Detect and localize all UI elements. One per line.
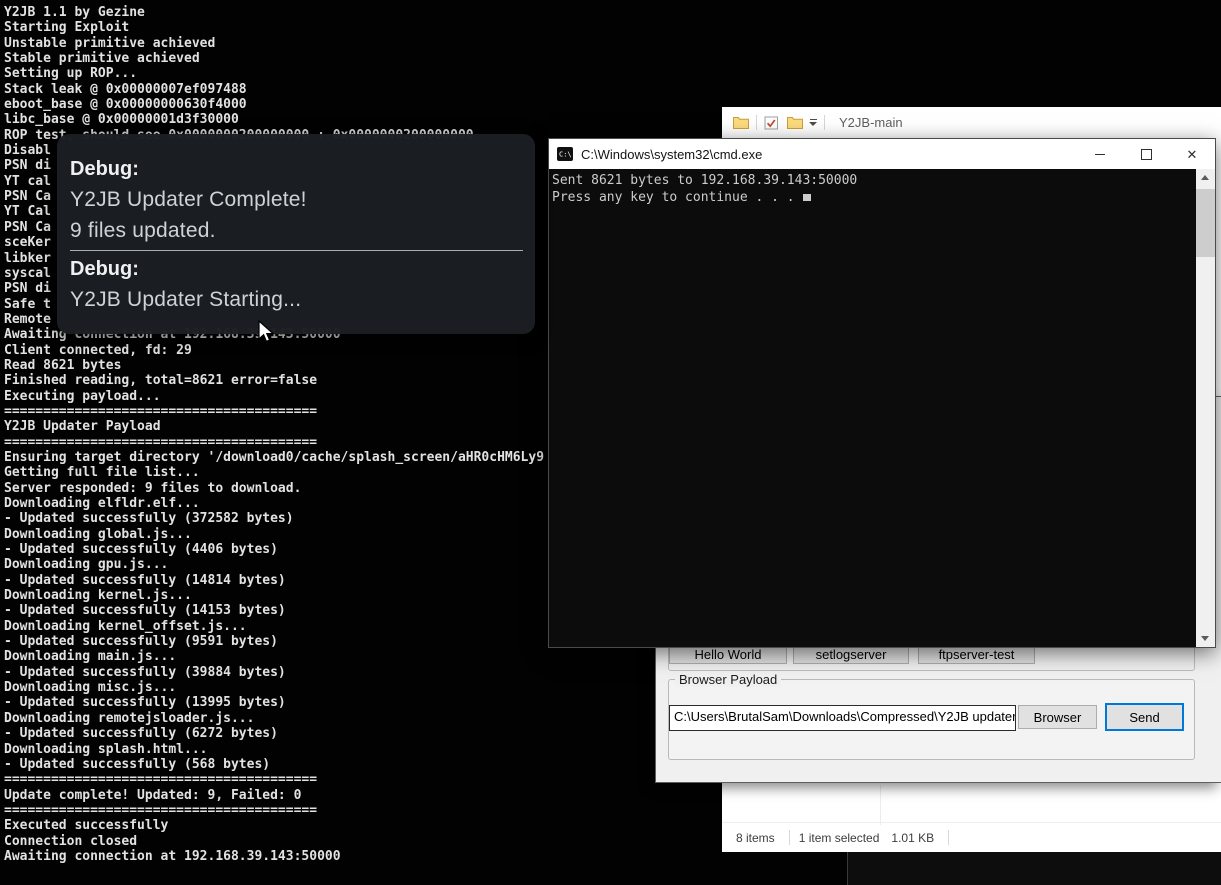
toast-entry-line: 9 files updated.	[70, 215, 523, 246]
console-log-line: - Updated successfully (4406 bytes)	[4, 542, 544, 557]
console-log-line: - Updated successfully (372582 bytes)	[4, 511, 544, 526]
minimize-icon	[1095, 154, 1105, 155]
cmd-output-line: Sent 8621 bytes to 192.168.39.143:50000	[552, 173, 1196, 190]
close-button[interactable]: ✕	[1169, 139, 1215, 169]
console-log-line: - Updated successfully (13995 bytes)	[4, 695, 544, 710]
console-log-line: Downloading gpu.js...	[4, 557, 544, 572]
status-selection-size: 1.01 KB	[891, 831, 934, 845]
console-log-line: ========================================	[4, 772, 544, 787]
console-log-line: Awaiting connection at 192.168.39.143:50…	[4, 849, 544, 864]
console-log-line: Y2JB 1.1 by Gezine	[4, 5, 544, 20]
cmd-output-line: Press any key to continue . . .	[552, 190, 1196, 207]
scroll-up-icon[interactable]	[1201, 175, 1209, 180]
svg-text:C:\: C:\	[559, 151, 572, 159]
explorer-window-title: Y2JB-main	[839, 115, 903, 130]
console-log-line: Stack leak @ 0x00000007ef097488	[4, 82, 544, 97]
scrollbar-thumb[interactable]	[1196, 189, 1215, 257]
cmd-window: C:\ C:\Windows\system32\cmd.exe ✕ Sent 8…	[548, 138, 1216, 648]
console-log-line: - Updated successfully (6272 bytes)	[4, 726, 544, 741]
log-console: --- Received request to /download/splash…	[847, 849, 1221, 885]
status-selection: 1 item selected	[799, 831, 880, 845]
cmd-output: Sent 8621 bytes to 192.168.39.143:50000P…	[549, 169, 1196, 647]
console-log-line: Read 8621 bytes	[4, 358, 544, 373]
console-log-line: Stable primitive achieved	[4, 51, 544, 66]
debug-toast: Debug:Y2JB Updater Complete!9 files upda…	[57, 134, 535, 334]
console-log-line: eboot_base @ 0x00000000630f4000	[4, 97, 544, 112]
cmd-window-title: C:\Windows\system32\cmd.exe	[581, 147, 762, 162]
cmd-icon: C:\	[557, 147, 573, 161]
browse-button[interactable]: Browser	[1018, 705, 1097, 729]
statusbar-separator	[789, 830, 790, 845]
console-log-line: ========================================	[4, 803, 544, 818]
separator	[756, 115, 757, 130]
console-log-line: - Updated successfully (14153 bytes)	[4, 603, 544, 618]
toast-entry-line: Y2JB Updater Starting...	[70, 284, 523, 315]
minimize-button[interactable]	[1077, 139, 1123, 169]
list-column-divider	[880, 785, 881, 825]
console-log-line: Connection closed	[4, 834, 544, 849]
console-log-line: Downloading global.js...	[4, 527, 544, 542]
explorer-statusbar: 8 items 1 item selected 1.01 KB	[722, 822, 1221, 852]
console-log-line: Server responded: 9 files to download.	[4, 481, 544, 496]
text-cursor	[803, 194, 811, 201]
toast-entry-title: Debug:	[70, 154, 523, 184]
explorer-titlebar[interactable]: Y2JB-main	[722, 107, 1221, 138]
new-folder-icon[interactable]	[787, 116, 803, 129]
console-log-line: Setting up ROP...	[4, 66, 544, 81]
console-log-line: Executing payload...	[4, 389, 544, 404]
console-log-line: Finished reading, total=8621 error=false	[4, 373, 544, 388]
console-log-line: - Updated successfully (14814 bytes)	[4, 573, 544, 588]
console-log-line: Downloading kernel.js...	[4, 588, 544, 603]
payload-path-input[interactable]: C:\Users\BrutalSam\Downloads\Compressed\…	[669, 705, 1016, 731]
console-log-line: Downloading kernel_offset.js...	[4, 619, 544, 634]
folder-icon	[733, 116, 749, 129]
cmd-titlebar[interactable]: C:\ C:\Windows\system32\cmd.exe ✕	[549, 139, 1215, 169]
toast-entry-title: Debug:	[70, 254, 523, 284]
console-log-line: Downloading remotejsloader.js...	[4, 711, 544, 726]
toast-entries: Debug:Y2JB Updater Complete!9 files upda…	[70, 154, 523, 315]
send-button[interactable]: Send	[1105, 703, 1184, 731]
console-log-line: libc_base @ 0x00000001d3f30000	[4, 112, 544, 127]
console-log-line: Y2JB Updater Payload	[4, 419, 544, 434]
console-log-line: Downloading splash.html...	[4, 742, 544, 757]
console-log-line: Unstable primitive achieved	[4, 36, 544, 51]
console-log-line: - Updated successfully (568 bytes)	[4, 757, 544, 772]
console-log-line: Ensuring target directory '/download0/ca…	[4, 450, 544, 465]
console-log-line: Getting full file list...	[4, 465, 544, 480]
qat-customize-dropdown-icon[interactable]	[809, 119, 817, 126]
console-log-line: Downloading main.js...	[4, 649, 544, 664]
close-icon: ✕	[1187, 148, 1198, 161]
console-log-line: Downloading misc.js...	[4, 680, 544, 695]
console-log-line: Downloading elfldr.elf...	[4, 496, 544, 511]
toast-entry: Debug:Y2JB Updater Complete!9 files upda…	[70, 154, 523, 246]
separator	[824, 115, 825, 130]
cmd-scrollbar[interactable]	[1196, 169, 1215, 647]
scroll-down-icon[interactable]	[1201, 636, 1209, 641]
console-log-line: Update complete! Updated: 9, Failed: 0	[4, 788, 544, 803]
statusbar-separator	[948, 830, 949, 845]
console-log-line: ========================================	[4, 435, 544, 450]
properties-check-icon[interactable]	[764, 116, 779, 130]
console-log-line: ========================================	[4, 404, 544, 419]
maximize-icon	[1141, 149, 1152, 160]
console-log-line: Executed successfully	[4, 818, 544, 833]
maximize-button[interactable]	[1123, 139, 1169, 169]
mouse-cursor-icon	[258, 320, 277, 349]
toast-entry-line: Y2JB Updater Complete!	[70, 184, 523, 215]
toast-entry: Debug:Y2JB Updater Starting...	[70, 250, 523, 315]
console-log-line: - Updated successfully (39884 bytes)	[4, 665, 544, 680]
console-log-line: - Updated successfully (9591 bytes)	[4, 634, 544, 649]
browser-payload-label: Browser Payload	[675, 672, 781, 687]
status-items-count: 8 items	[736, 831, 775, 845]
console-log-line: Starting Exploit	[4, 20, 544, 35]
